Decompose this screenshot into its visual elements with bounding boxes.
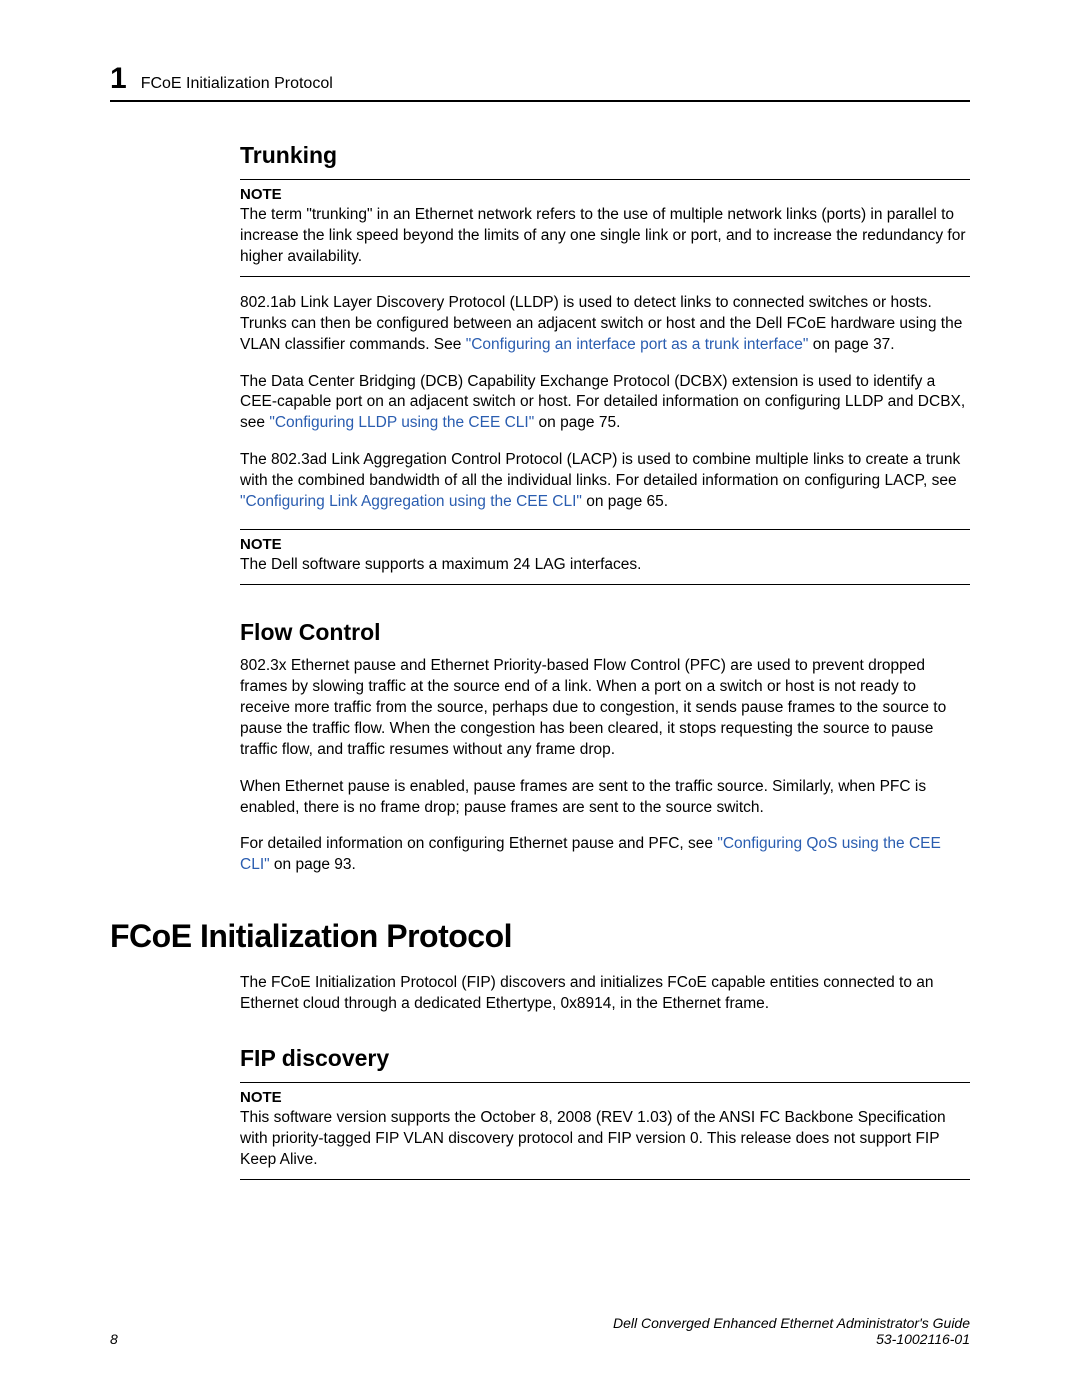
chapter-number: 1 <box>110 64 127 94</box>
link-lacp-cli[interactable]: "Configuring Link Aggregation using the … <box>240 493 582 510</box>
text-fragment: on page 65. <box>582 493 668 510</box>
running-header: 1 FCoE Initialization Protocol <box>110 64 970 102</box>
doc-title: Dell Converged Enhanced Ethernet Adminis… <box>613 1315 970 1331</box>
note-label: NOTE <box>240 186 970 203</box>
text-fragment: The 802.3ad Link Aggregation Control Pro… <box>240 451 960 489</box>
note-body: This software version supports the Octob… <box>240 1108 970 1171</box>
link-trunk-interface[interactable]: "Configuring an interface port as a trun… <box>466 336 809 353</box>
page: 1 FCoE Initialization Protocol Trunking … <box>0 0 1080 1397</box>
flow-control-section: Flow Control 802.3x Ethernet pause and E… <box>240 619 970 876</box>
text-fragment: on page 37. <box>808 336 894 353</box>
fip-section: The FCoE Initialization Protocol (FIP) d… <box>240 973 970 1180</box>
fip-intro: The FCoE Initialization Protocol (FIP) d… <box>240 973 970 1015</box>
trunking-heading: Trunking <box>240 142 970 169</box>
trunking-paragraph-2: The Data Center Bridging (DCB) Capabilit… <box>240 372 970 435</box>
trunking-paragraph-3: The 802.3ad Link Aggregation Control Pro… <box>240 450 970 513</box>
page-footer: 8 Dell Converged Enhanced Ethernet Admin… <box>110 1315 970 1347</box>
fip-discovery-note: NOTE This software version supports the … <box>240 1082 970 1180</box>
text-fragment: on page 93. <box>270 856 356 873</box>
fip-discovery-heading: FIP discovery <box>240 1045 970 1072</box>
chapter-title: FCoE Initialization Protocol <box>141 75 333 93</box>
fip-heading: FCoE Initialization Protocol <box>110 918 970 955</box>
flow-control-paragraph-1: 802.3x Ethernet pause and Ethernet Prior… <box>240 656 970 761</box>
flow-control-paragraph-2: When Ethernet pause is enabled, pause fr… <box>240 777 970 819</box>
text-fragment: on page 75. <box>534 414 620 431</box>
trunking-note-1: NOTE The term "trunking" in an Ethernet … <box>240 179 970 277</box>
text-fragment: For detailed information on configuring … <box>240 835 717 852</box>
flow-control-heading: Flow Control <box>240 619 970 646</box>
trunking-note-2: NOTE The Dell software supports a maximu… <box>240 529 970 585</box>
trunking-section: Trunking NOTE The term "trunking" in an … <box>240 142 970 585</box>
page-number: 8 <box>110 1331 118 1347</box>
note-label: NOTE <box>240 536 970 553</box>
flow-control-paragraph-3: For detailed information on configuring … <box>240 834 970 876</box>
trunking-paragraph-1: 802.1ab Link Layer Discovery Protocol (L… <box>240 293 970 356</box>
note-body: The Dell software supports a maximum 24 … <box>240 555 970 576</box>
footer-right: Dell Converged Enhanced Ethernet Adminis… <box>613 1315 970 1347</box>
note-label: NOTE <box>240 1089 970 1106</box>
doc-id: 53-1002116-01 <box>613 1331 970 1347</box>
link-lldp-cli[interactable]: "Configuring LLDP using the CEE CLI" <box>269 414 534 431</box>
note-body: The term "trunking" in an Ethernet netwo… <box>240 205 970 268</box>
